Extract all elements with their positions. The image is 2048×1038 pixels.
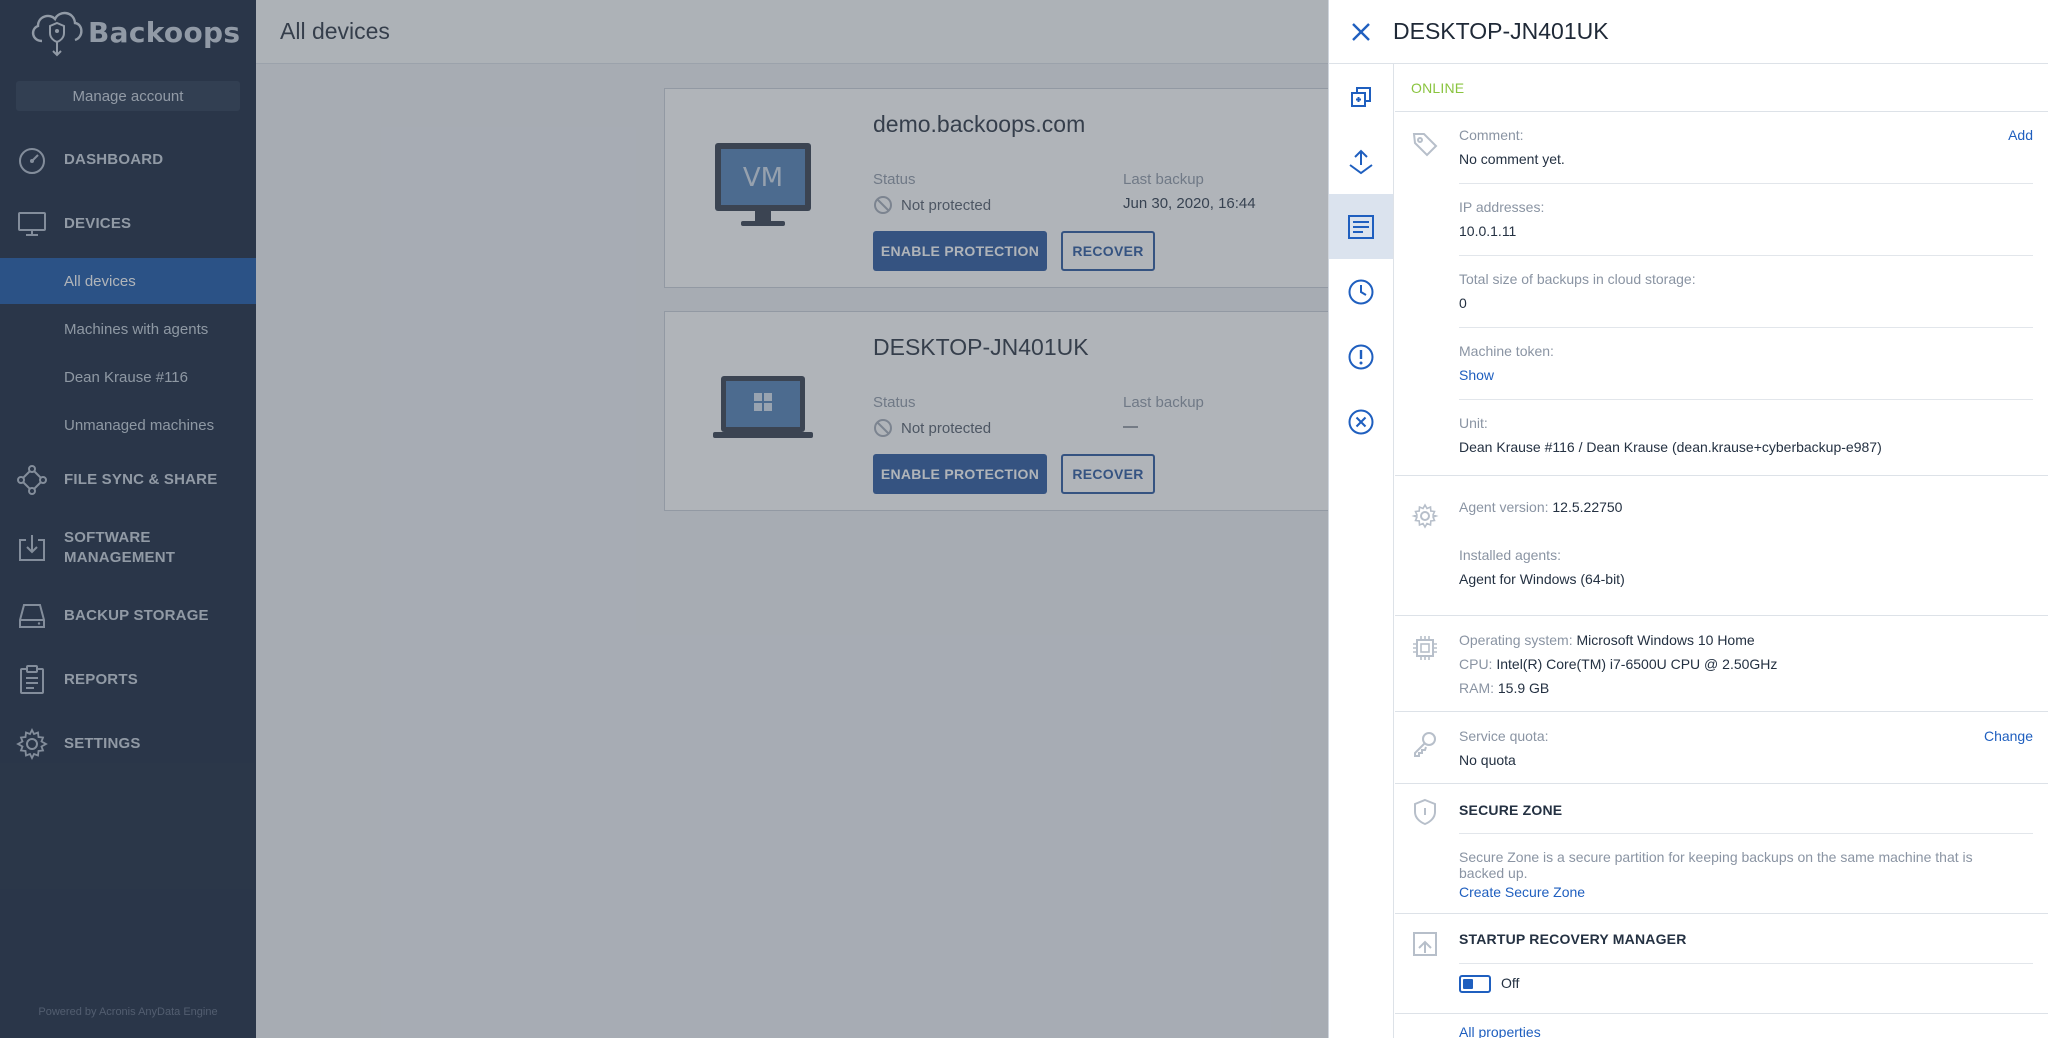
- rail-recover-button[interactable]: [1329, 129, 1393, 194]
- unit-label: Unit:: [1459, 415, 1488, 431]
- section-divider: [1395, 783, 2048, 784]
- clock-icon: [1348, 279, 1374, 304]
- section-divider: [1395, 913, 2048, 914]
- cpu-value: Intel(R) Core(TM) i7-6500U CPU @ 2.50GHz: [1496, 656, 1778, 672]
- ip-value: 10.0.1.11: [1459, 223, 1517, 239]
- gear-icon: [1411, 503, 1439, 529]
- alert-icon: [1348, 344, 1374, 369]
- secure-zone-description: Secure Zone is a secure partition for ke…: [1459, 849, 1973, 881]
- shield-icon: [1414, 798, 1436, 826]
- cpu-label: CPU:: [1459, 656, 1493, 672]
- all-properties-link[interactable]: All properties: [1459, 1024, 1541, 1038]
- comment-value: No comment yet.: [1459, 151, 1565, 167]
- os-row: Operating system: Microsoft Windows 10 H…: [1459, 632, 1755, 648]
- ram-value: 15.9 GB: [1497, 680, 1550, 696]
- divider: [1459, 255, 2033, 256]
- comment-label: Comment:: [1459, 127, 1524, 143]
- create-secure-zone-link[interactable]: Create Secure Zone: [1459, 884, 1585, 900]
- status-row: ONLINE: [1395, 64, 2048, 112]
- key-icon: [1414, 732, 1436, 757]
- panel-action-rail: [1329, 64, 1394, 1038]
- modal-backdrop[interactable]: [0, 0, 1328, 1038]
- agent-version-label: Agent version:: [1459, 499, 1549, 515]
- recover-icon: [1349, 149, 1373, 174]
- rail-alerts-button[interactable]: [1329, 324, 1393, 389]
- change-quota-link[interactable]: Change: [1984, 728, 2033, 744]
- panel-header: DESKTOP-JN401UK: [1329, 0, 2048, 64]
- agent-version-value: 12.5.22750: [1552, 499, 1623, 515]
- token-label: Machine token:: [1459, 343, 1554, 359]
- backup-size-value: 0: [1459, 295, 1467, 311]
- ip-label: IP addresses:: [1459, 199, 1545, 215]
- divider: [1459, 833, 2033, 834]
- secure-zone-title: SECURE ZONE: [1459, 802, 1563, 818]
- chip-icon: [1413, 636, 1437, 660]
- agent-version-row: Agent version: 12.5.22750: [1459, 499, 1622, 515]
- cpu-row: CPU: Intel(R) Core(TM) i7-6500U CPU @ 2.…: [1459, 656, 1777, 672]
- cancel-icon: [1348, 409, 1374, 434]
- copy-icon: [1351, 86, 1371, 107]
- installed-agents-label: Installed agents:: [1459, 547, 1561, 563]
- divider: [1459, 327, 2033, 328]
- divider: [1459, 963, 2033, 964]
- toggle-state-label: Off: [1501, 975, 1520, 991]
- section-divider: [1395, 615, 2048, 616]
- section-divider: [1395, 1013, 2048, 1014]
- toggle-knob: [1463, 979, 1473, 989]
- section-divider: [1395, 711, 2048, 712]
- ram-row: RAM: 15.9 GB: [1459, 680, 1549, 696]
- ram-label: RAM:: [1459, 680, 1494, 696]
- backup-size-label: Total size of backups in cloud storage:: [1459, 271, 1696, 287]
- panel-content: ONLINE Comment: Add No comment yet. IP a…: [1395, 64, 2048, 1038]
- installed-agents-value: Agent for Windows (64-bit): [1459, 571, 1625, 587]
- os-label: Operating system:: [1459, 632, 1573, 648]
- add-comment-link[interactable]: Add: [2008, 127, 2033, 143]
- online-status: ONLINE: [1411, 80, 1465, 96]
- rail-delete-button[interactable]: [1329, 389, 1393, 454]
- panel-title: DESKTOP-JN401UK: [1393, 18, 1609, 44]
- divider: [1459, 183, 2033, 184]
- details-icon: [1348, 214, 1374, 239]
- rail-activities-button[interactable]: [1329, 259, 1393, 324]
- rail-copy-button[interactable]: [1329, 64, 1393, 129]
- quota-label: Service quota:: [1459, 728, 1549, 744]
- close-icon[interactable]: [1349, 20, 1373, 44]
- unit-value: Dean Krause #116 / Dean Krause (dean.kra…: [1459, 439, 1882, 455]
- show-token-link[interactable]: Show: [1459, 367, 1494, 383]
- tag-icon: [1412, 133, 1438, 157]
- os-value: Microsoft Windows 10 Home: [1576, 632, 1755, 648]
- device-details-panel: DESKTOP-JN401UK ONLINE Comment: Add No c…: [1328, 0, 2048, 1038]
- quota-value: No quota: [1459, 752, 1516, 768]
- divider: [1459, 399, 2033, 400]
- startup-recovery-title: STARTUP RECOVERY MANAGER: [1459, 931, 1687, 947]
- startup-recovery-toggle[interactable]: [1459, 975, 1491, 993]
- startup-recovery-icon: [1413, 932, 1437, 956]
- rail-details-button[interactable]: [1329, 194, 1393, 259]
- section-divider: [1395, 475, 2048, 476]
